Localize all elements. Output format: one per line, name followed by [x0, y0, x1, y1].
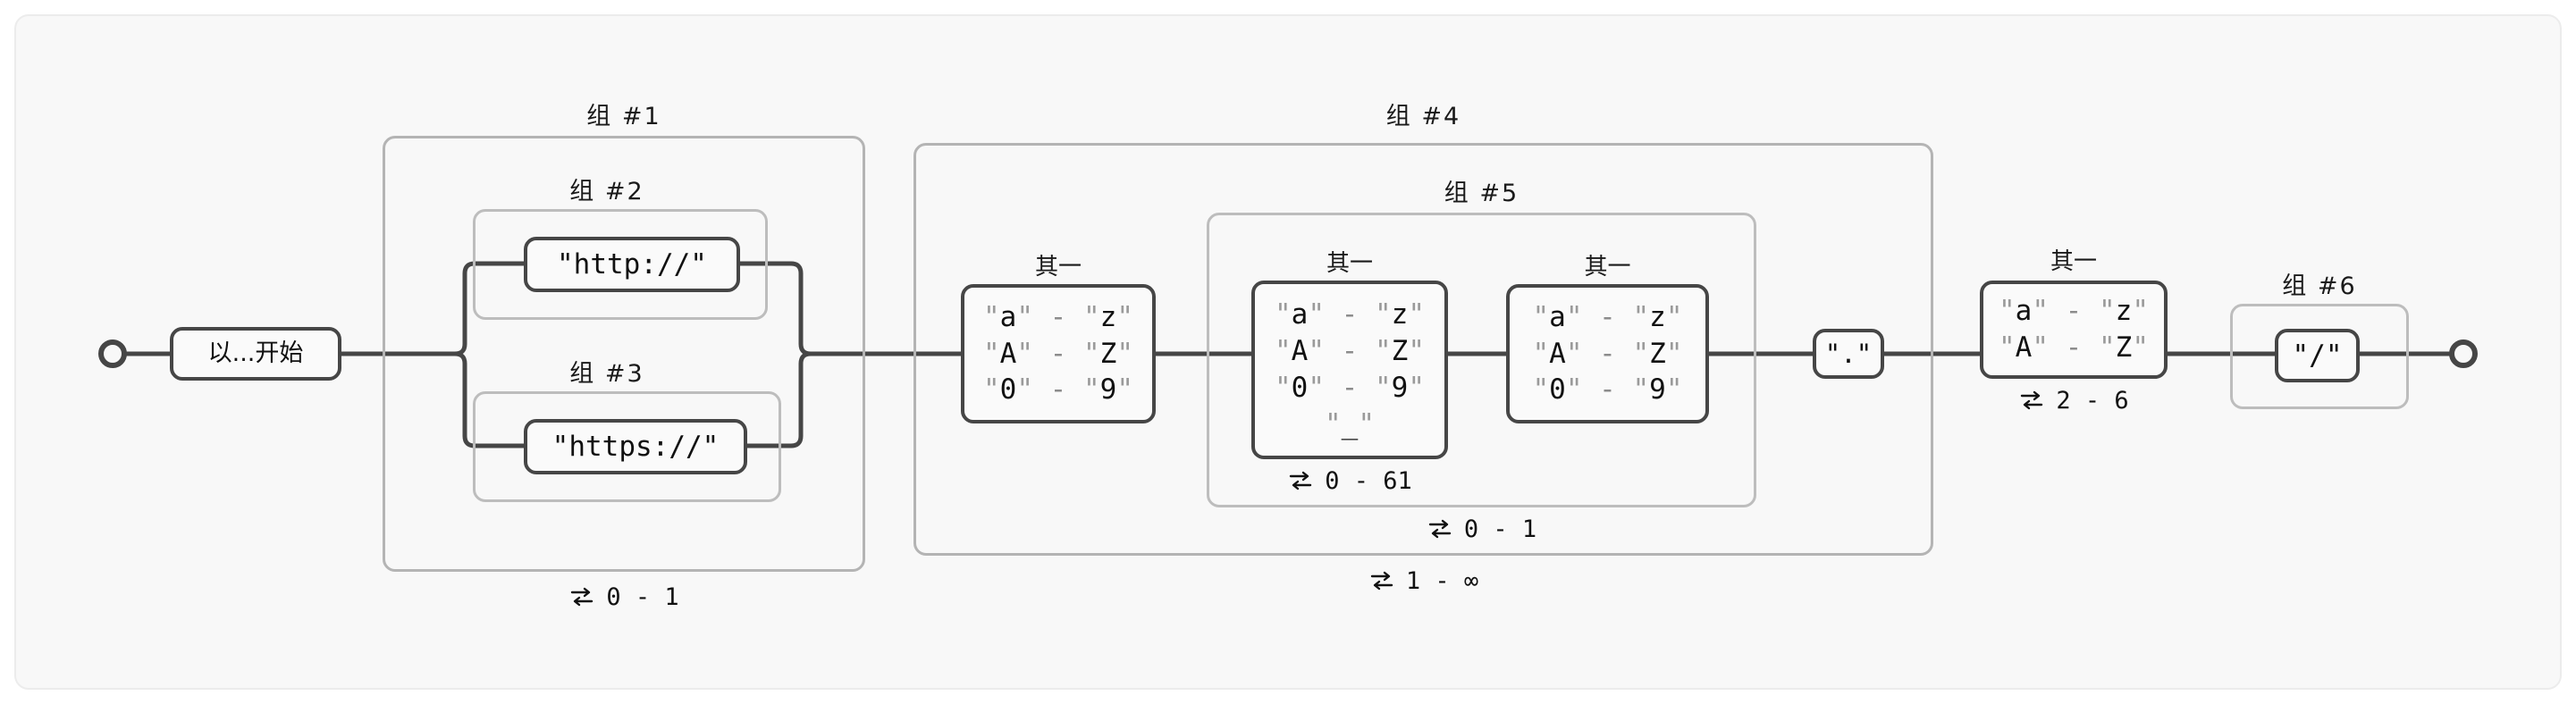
charset-b-quantifier: 0 - 61 [1251, 465, 1448, 497]
regex-diagram-canvas: 组 #1 0 - 1 组 #2 "http://" 组 #3 "https://… [0, 0, 2576, 704]
anchor-node[interactable]: 以...开始 [170, 327, 341, 381]
charset-d-node[interactable]: "a" - "z" "A" - "Z" [1980, 281, 2168, 379]
charset-c-caption: 其一 [1584, 254, 1631, 281]
charset-d-row-1: "A" - "Z" [1998, 331, 2150, 364]
group2-label: 组 #2 [569, 178, 644, 205]
charset-d-caption: 其一 [2050, 248, 2097, 275]
group6-literal-text: "/" [2292, 339, 2343, 372]
dot-literal-text: "." [1824, 338, 1873, 369]
charset-b-row-1: "A" - "Z" [1274, 335, 1426, 368]
charset-b-row-3: "_" [1324, 407, 1375, 440]
group6-label: 组 #6 [2282, 272, 2357, 300]
group4-quantifier-text: 1 - ∞ [1405, 566, 1479, 595]
group1-quantifier: 0 - 1 [383, 579, 865, 615]
charset-d-quantifier: 2 - 6 [1980, 384, 2168, 416]
repeat-icon [1368, 569, 1395, 592]
charset-b-node[interactable]: "a" - "z" "A" - "Z" "0" - "9" "_" [1251, 281, 1448, 459]
charset-d-quantifier-text: 2 - 6 [2056, 386, 2129, 415]
group1-quantifier-text: 0 - 1 [606, 582, 679, 611]
repeat-icon [568, 585, 595, 608]
charset-a-row-2: "0" - "9" [982, 373, 1134, 406]
dot-literal-node[interactable]: "." [1813, 329, 1884, 379]
charset-b-quantifier-text: 0 - 61 [1325, 466, 1412, 495]
charset-a-row-1: "A" - "Z" [982, 337, 1134, 370]
group6-literal-node[interactable]: "/" [2275, 329, 2360, 382]
charset-b-row-0: "a" - "z" [1274, 298, 1426, 331]
group5-quantifier: 0 - 1 [1207, 511, 1756, 547]
group4-quantifier: 1 - ∞ [913, 563, 1933, 599]
anchor-text: 以...开始 [207, 339, 304, 368]
group5-quantifier-text: 0 - 1 [1463, 515, 1537, 543]
charset-b-row-2: "0" - "9" [1274, 372, 1426, 404]
charset-a-row-0: "a" - "z" [982, 300, 1134, 333]
group3-label: 组 #3 [569, 360, 644, 388]
charset-c-row-0: "a" - "z" [1532, 300, 1683, 333]
group5-label: 组 #5 [1444, 180, 1520, 207]
charset-b-caption: 其一 [1326, 250, 1373, 277]
group3-literal-node[interactable]: "https://" [524, 419, 747, 474]
group2-literal-text: "http://" [557, 247, 707, 281]
charset-d-row-0: "a" - "z" [1998, 295, 2150, 328]
charset-a-node[interactable]: "a" - "z" "A" - "Z" "0" - "9" [961, 284, 1156, 423]
charset-c-node[interactable]: "a" - "z" "A" - "Z" "0" - "9" [1506, 284, 1709, 423]
charset-a-caption: 其一 [1034, 254, 1082, 281]
group3-literal-text: "https://" [551, 430, 720, 463]
charset-c-row-1: "A" - "Z" [1532, 337, 1683, 370]
repeat-icon [2018, 389, 2045, 412]
repeat-icon [1427, 517, 1453, 541]
group2-literal-node[interactable]: "http://" [524, 237, 740, 292]
charset-c-row-2: "0" - "9" [1532, 373, 1683, 406]
group4-label: 组 #4 [1385, 103, 1461, 130]
group1-label: 组 #1 [586, 103, 661, 130]
repeat-icon [1287, 469, 1314, 492]
